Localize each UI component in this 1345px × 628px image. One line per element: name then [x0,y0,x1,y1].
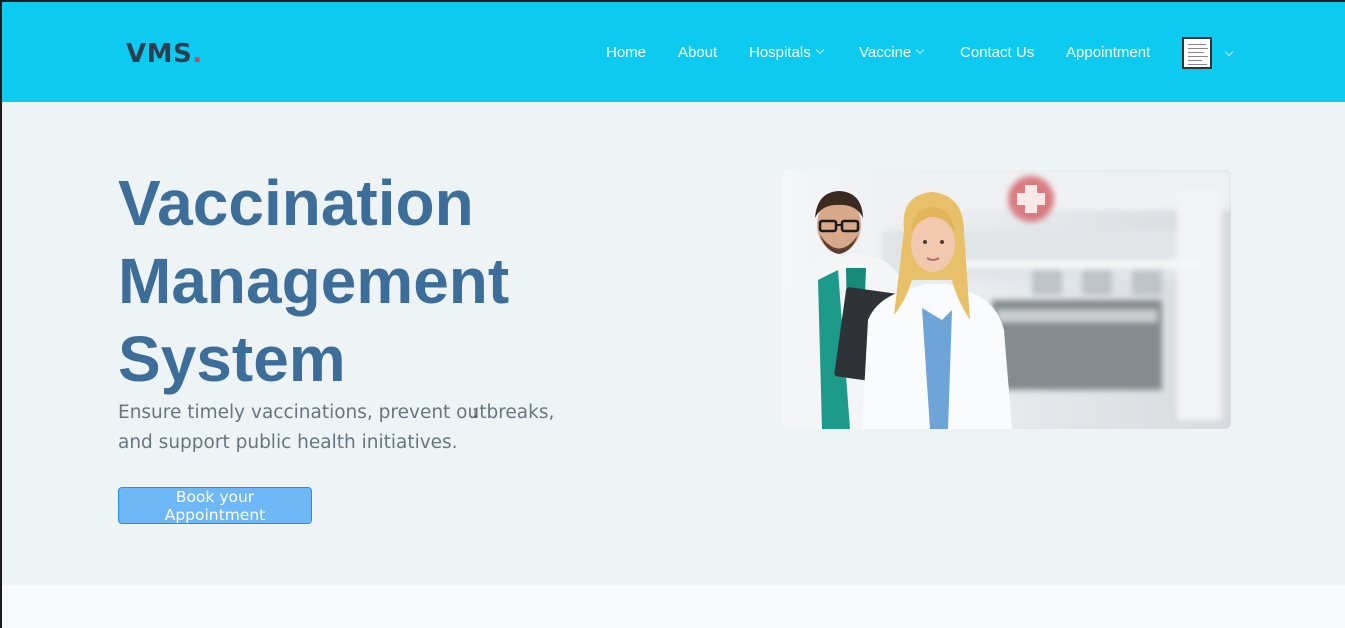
nav-vaccine[interactable]: Vaccine [859,44,925,61]
nav-contact-us[interactable]: Contact Us [960,44,1034,61]
hero-title-line: Vaccination [118,167,474,239]
site-logo[interactable]: VMS. [126,39,203,69]
logo-text: VMS [126,39,193,69]
hero-section: Vaccination Management System Ensure tim… [2,102,1345,585]
doctors-photo [782,170,1231,429]
nav-home[interactable]: Home [606,44,646,61]
user-avatar-icon [1182,37,1212,69]
nav-about[interactable]: About [678,44,717,61]
hero-title-line: Management [118,245,510,317]
nav-hospitals[interactable]: Hospitals [749,44,824,61]
hero-title-line: System [118,323,346,395]
text-cursor-icon [473,408,477,418]
hero-subtitle: Ensure timely vaccinations, prevent outb… [118,402,555,453]
site-header: VMS. Home About Hospitals Vaccine Contac… [2,2,1345,102]
chevron-down-icon [916,45,925,55]
book-appointment-button[interactable]: Book your Appointment [118,487,312,524]
next-section [2,585,1345,628]
chevron-down-icon [815,45,824,55]
nav-appointment[interactable]: Appointment [1066,44,1150,61]
logo-dot: . [192,39,203,69]
chevron-down-icon [1224,47,1234,57]
hero-title: Vaccination Management System [118,164,678,398]
